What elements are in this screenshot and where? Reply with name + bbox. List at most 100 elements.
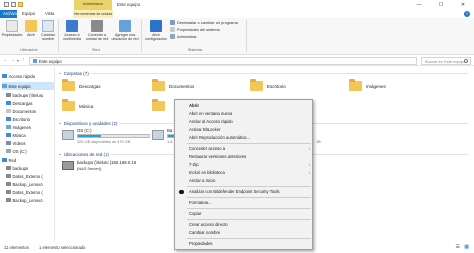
menu-item-analizar-bitdefender[interactable]: Analizar con Bitdefender Endpoint Securi…	[175, 188, 314, 195]
desktop-icon	[6, 117, 11, 121]
help-icon[interactable]: ?	[464, 11, 470, 17]
menu-item-copiar[interactable]: Copiar	[175, 210, 314, 217]
menu-item-restaurar-versiones[interactable]: Restaurar versiones anteriores	[175, 153, 314, 160]
nav-label: backups (\\teluIu	[12, 92, 44, 98]
nav-label: Descargas	[12, 100, 33, 106]
network-drive-icon	[6, 198, 11, 202]
maximize-button[interactable]: ☐	[430, 0, 452, 10]
address-path: Este equipo	[39, 58, 62, 64]
pc-icon	[2, 84, 7, 88]
agregar-ubicacion-label: Agregar una ubicación de red	[111, 33, 139, 42]
nav-item-datos-externo-1[interactable]: Datos_Externo (	[6, 172, 43, 180]
folder-partial[interactable]	[152, 99, 165, 111]
pc-icon	[33, 59, 37, 63]
nav-item-backups[interactable]: backups	[6, 164, 28, 172]
group-divider	[58, 20, 59, 52]
tab-archivo[interactable]: Archivo	[0, 10, 17, 18]
cambiar-nombre-button[interactable]: Cambiar nombre	[39, 20, 57, 41]
menu-item-7zip[interactable]: 7-Zip ›	[175, 161, 314, 168]
propiedades-button[interactable]: Propiedades	[1, 20, 23, 37]
forward-arrow-icon[interactable]: →	[10, 57, 15, 63]
section-header-folders[interactable]: ⌄ Carpetas (7)	[58, 70, 468, 76]
nav-label: Red	[8, 157, 17, 163]
network-location-icon	[119, 20, 131, 32]
network-location-backups[interactable]: backups (\\teluIu (192.168.0.16 (NAS Ser…	[62, 160, 136, 171]
details-view-icon[interactable]: ☰	[456, 244, 460, 250]
desinstalar-programa-button[interactable]: Desinstalar o cambiar un programa	[170, 20, 238, 25]
nav-label: Imágenes	[12, 124, 31, 130]
recent-chevron-icon[interactable]: ▾	[17, 58, 19, 63]
conectar-unidad-button[interactable]: Conectar a unidad de red	[85, 20, 109, 41]
network-drive-icon	[62, 161, 74, 170]
pc-icon[interactable]	[4, 2, 9, 7]
nav-item-red[interactable]: Red	[2, 156, 16, 164]
menu-separator	[187, 219, 311, 220]
menu-item-anclar-inicio[interactable]: Anclar a Inicio	[175, 177, 314, 184]
window-controls: — ☐ ✕	[408, 0, 474, 10]
menu-separator	[187, 186, 311, 187]
close-button[interactable]: ✕	[452, 0, 474, 10]
nav-item-escritorio[interactable]: Escritorio	[6, 115, 30, 123]
quick-access-toolbar	[4, 2, 23, 7]
cambiar-nombre-label: Cambiar nombre	[41, 33, 55, 42]
folder-descargas[interactable]: Descargas	[62, 79, 101, 91]
drive-usage-fill	[78, 135, 101, 137]
agregar-ubicacion-button[interactable]: Agregar una ubicación de red	[111, 20, 139, 41]
uninstall-icon	[170, 20, 175, 25]
folder-escritorio[interactable]: Escritorio	[250, 79, 286, 91]
tab-drive-tools[interactable]: Herramientas de unidad	[73, 10, 113, 18]
folder-icon	[152, 99, 165, 111]
new-folder-icon[interactable]	[18, 2, 23, 7]
title-bar: Administrar Este equipo — ☐ ✕	[0, 0, 474, 10]
menu-item-reproduccion-automatica[interactable]: Abrir Reproducción automática...	[175, 134, 314, 141]
nav-item-os-c[interactable]: OS (C:)	[6, 147, 27, 155]
menu-item-conceder-acceso[interactable]: Conceder acceso a ›	[175, 145, 314, 152]
abrir-button[interactable]: Abrir	[24, 20, 38, 37]
nav-item-videos[interactable]: Vídeos	[6, 139, 26, 147]
propiedades-sistema-label: Propiedades del sistema	[177, 27, 220, 32]
administrar-button[interactable]: Administrar	[170, 34, 197, 39]
properties-icon[interactable]	[11, 2, 16, 7]
abrir-configuracion-button[interactable]: Abrir configuración	[143, 20, 169, 41]
search-input[interactable]: Buscar en Este equipo	[421, 56, 471, 65]
acceso-multimedia-button[interactable]: Acceso a multimedia	[60, 20, 84, 41]
tab-equipo[interactable]: Equipo	[19, 10, 38, 18]
documents-icon	[6, 109, 11, 113]
menu-item-formatear[interactable]: Formatear...	[175, 199, 314, 206]
nav-item-documentos[interactable]: Documentos	[6, 107, 36, 115]
folder-imagenes[interactable]: Imágenes	[349, 79, 386, 91]
menu-item-crear-acceso-directo[interactable]: Crear acceso directo	[175, 221, 314, 228]
nav-item-datos-externo-2[interactable]: Datos_Externo (	[6, 188, 43, 196]
minimize-button[interactable]: —	[408, 0, 430, 10]
nav-item-musica[interactable]: Música	[6, 131, 26, 139]
menu-item-incluir-biblioteca[interactable]: Incluir en biblioteca ›	[175, 169, 314, 176]
nav-item-este-equipo[interactable]: Este equipo	[2, 82, 54, 90]
folder-documentos[interactable]: Documentos	[152, 79, 194, 91]
drive-os-c[interactable]: OS (C:) 325 GB disponibles de 475 GB	[62, 128, 150, 144]
nav-item-backup-lenovo-1[interactable]: Backup_Lenovo	[6, 180, 43, 188]
submenu-arrow-icon: ›	[308, 170, 311, 175]
tiles-view-icon[interactable]: ▦	[464, 244, 469, 250]
address-input[interactable]: Este equipo	[29, 56, 417, 65]
menu-item-abrir-ventana-nueva[interactable]: Abrir en ventana nueva	[175, 110, 314, 117]
menu-item-propiedades[interactable]: Propiedades	[175, 240, 314, 247]
network-name: backups (\\teluIu (192.168.0.16	[77, 160, 137, 165]
nav-item-backups-drive[interactable]: backups (\\teluIu	[6, 91, 43, 99]
folder-label: Escritorio	[267, 83, 286, 89]
item-count: 11 elementos	[4, 245, 29, 250]
menu-item-anclar-acceso-rapido[interactable]: Anclar al Acceso rápido	[175, 118, 314, 125]
propiedades-sistema-button[interactable]: Propiedades del sistema	[170, 27, 220, 32]
tab-vista[interactable]: Vista	[42, 10, 57, 18]
menu-item-abrir[interactable]: Abrir	[175, 102, 314, 109]
propiedades-label: Propiedades	[1, 33, 23, 37]
nav-item-acceso-rapido[interactable]: Acceso rápido	[2, 72, 35, 80]
menu-item-cambiar-nombre[interactable]: Cambiar nombre	[175, 229, 314, 236]
up-arrow-icon[interactable]: ↑	[22, 57, 25, 63]
nav-item-descargas[interactable]: Descargas	[6, 99, 33, 107]
nav-item-backup-lenovo-2[interactable]: Backup_Lenovo	[6, 196, 43, 204]
folder-musica[interactable]: Música	[62, 99, 93, 111]
back-arrow-icon[interactable]: ←	[3, 57, 8, 63]
menu-item-activar-bitlocker[interactable]: Activar BitLocker	[175, 126, 314, 133]
menu-item-label: Analizar con Bitdefender Endpoint Securi…	[189, 189, 280, 194]
nav-item-imagenes[interactable]: Imágenes	[6, 123, 31, 131]
